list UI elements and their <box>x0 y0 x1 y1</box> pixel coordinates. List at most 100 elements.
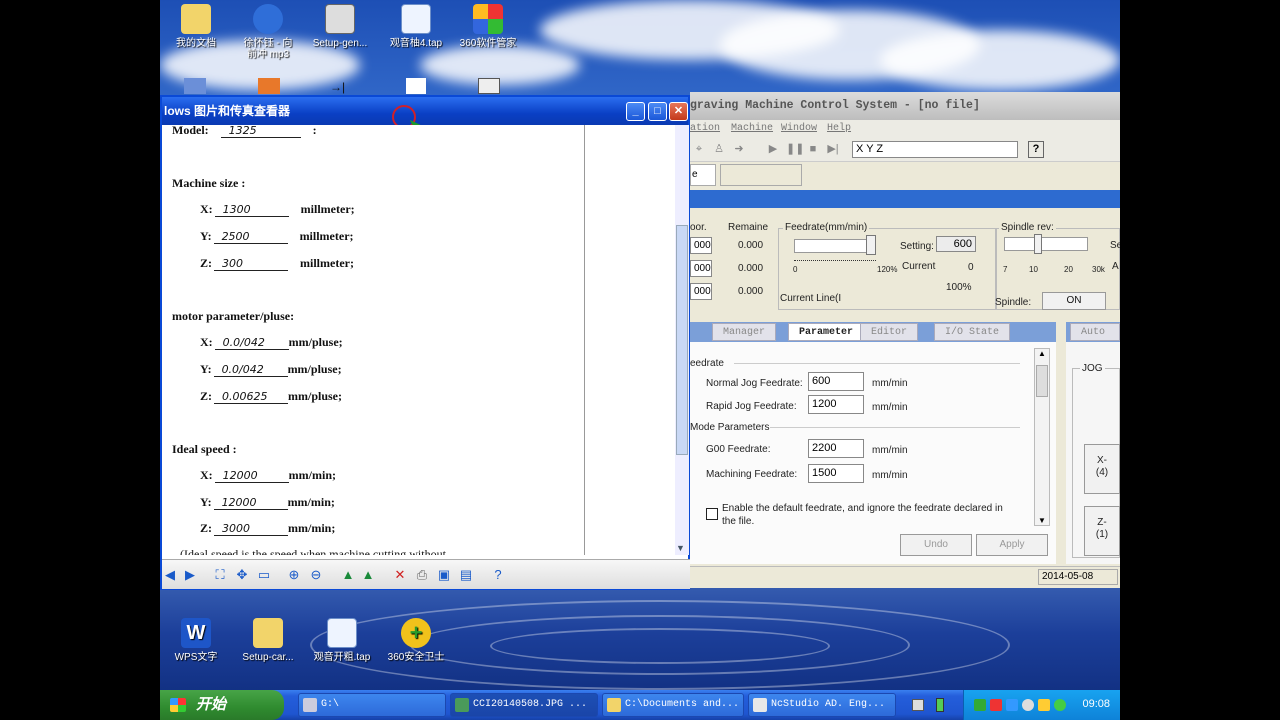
setting-value[interactable]: 600 <box>936 236 976 252</box>
spindle-slider-track[interactable] <box>1004 237 1088 251</box>
quick-launch-icon[interactable] <box>912 699 924 711</box>
menu-machine[interactable]: Machine <box>731 123 773 134</box>
delete-icon[interactable]: ✕ <box>392 567 408 583</box>
spindle-on-button[interactable]: ON <box>1042 292 1106 310</box>
maximize-button[interactable]: □ <box>648 102 667 121</box>
best-fit-icon[interactable]: ⛶ <box>212 567 228 583</box>
zoom-in-icon[interactable]: ⊕ <box>286 567 302 583</box>
jog-x-minus-button[interactable]: X- (4) <box>1084 444 1120 494</box>
minimize-button[interactable]: _ <box>626 102 645 121</box>
start-icon[interactable]: ▶ <box>766 142 780 156</box>
scrollbar-thumb[interactable] <box>676 225 688 455</box>
viewer-scrollbar[interactable]: ▼ <box>675 125 689 555</box>
taskbar-item-ncstudio[interactable]: NcStudio AD. Eng... <box>748 693 896 717</box>
menu-window[interactable]: Window <box>781 123 817 134</box>
scroll-up-icon[interactable]: ▲ <box>1035 349 1049 358</box>
desktop-icon-my-documents[interactable]: 我的文档 <box>160 4 236 49</box>
desktop-icon-partial[interactable] <box>258 78 280 94</box>
battery-icon[interactable] <box>936 698 944 712</box>
tab-parameter[interactable]: Parameter <box>788 323 865 341</box>
rapid-jog-input[interactable]: 1200 <box>808 395 864 414</box>
feedrate-slider-track[interactable] <box>794 239 876 253</box>
feedrate-slider-thumb[interactable] <box>866 235 876 255</box>
next-image-icon[interactable]: ▶ <box>182 567 198 583</box>
tab-manager[interactable]: Manager <box>712 323 777 341</box>
help-question-icon[interactable]: ? <box>1028 141 1044 158</box>
tab-auto[interactable]: Auto <box>1070 323 1120 341</box>
save-icon[interactable]: ▣ <box>436 567 452 583</box>
g00-input[interactable]: 2200 <box>808 439 864 458</box>
tray-app-icon[interactable] <box>1006 699 1018 711</box>
remain-z-value: 0.000 <box>738 286 764 297</box>
viewer-toolbar: ◀ ▶ ⛶ ✥ ▭ ⊕ ⊖ ▲ ▲ ✕ ⎙ ▣ ▤ ? <box>162 559 690 589</box>
scroll-down-icon[interactable]: ▼ <box>676 543 685 553</box>
spindle-slider-thumb[interactable] <box>1034 234 1042 254</box>
apply-button[interactable]: Apply <box>976 534 1048 556</box>
viewer-titlebar[interactable]: lows 图片和传真查看器 _ □ ✕ <box>162 97 688 125</box>
menu-operation[interactable]: ation <box>690 123 720 134</box>
normal-jog-input[interactable]: 600 <box>808 372 864 391</box>
rotate-counterclockwise-icon[interactable]: ▲ <box>360 567 376 583</box>
desktop-icon-setup-gen[interactable]: Setup-gen... <box>300 4 380 49</box>
setting-label: Setting: <box>900 241 934 252</box>
app-grid-icon <box>473 4 503 34</box>
undo-button[interactable]: Undo <box>900 534 972 556</box>
desktop-icon-360-software[interactable]: 360软件管家 <box>448 4 528 49</box>
desktop-icon-setup-car[interactable]: Setup-car... <box>228 618 308 663</box>
machining-input[interactable]: 1500 <box>808 464 864 483</box>
default-feedrate-checkbox[interactable] <box>706 508 718 520</box>
zoom-out-icon[interactable]: ⊖ <box>308 567 324 583</box>
desktop-icon-360-safe[interactable]: + 360安全卫士 <box>376 618 456 663</box>
spindle-rev-label: Spindle rev: <box>999 222 1056 233</box>
desktop-icon-partial[interactable] <box>406 78 426 94</box>
toolbar-icon[interactable]: ⌖ <box>692 142 706 156</box>
ncstudio-titlebar[interactable]: graving Machine Control System - [no fil… <box>690 92 1120 120</box>
actual-size-icon[interactable]: ✥ <box>234 567 250 583</box>
scrollbar-thumb[interactable] <box>1036 365 1048 397</box>
desktop-icon-partial[interactable] <box>478 78 500 94</box>
toolbar-icon[interactable]: ➜ <box>732 142 746 156</box>
desktop-icon-partial[interactable] <box>184 78 206 94</box>
desktop-icon-tap-file[interactable]: 观音柚4.tap <box>376 4 456 49</box>
help-icon[interactable]: ? <box>490 567 506 583</box>
taskbar-item-viewer[interactable]: CCI20140508.JPG ... <box>450 693 598 717</box>
size-row-y: Y: 2500 millmeter; <box>200 229 354 244</box>
close-button[interactable]: ✕ <box>669 102 688 121</box>
taskbar-item-drive[interactable]: G:\ <box>298 693 446 717</box>
clock[interactable]: 09:08 <box>1082 698 1110 710</box>
unit-label: mm/min <box>872 378 908 389</box>
step-icon[interactable]: ▶| <box>826 142 840 156</box>
previous-image-icon[interactable]: ◀ <box>162 567 178 583</box>
tab-editor[interactable]: Editor <box>860 323 919 341</box>
shield-icon[interactable] <box>1038 699 1050 711</box>
stop-icon[interactable]: ■ <box>806 142 820 156</box>
speed-row-z: Z: 3000 mm/min; <box>200 521 336 536</box>
slideshow-icon[interactable]: ▭ <box>256 567 272 583</box>
model-value: 1325 <box>220 125 301 138</box>
desktop-icon-mp3[interactable]: 徐怀钰 - 向 前冲 mp3 <box>228 4 308 60</box>
network-icon[interactable] <box>974 699 986 711</box>
desktop-icon-wps[interactable]: W WPS文字 <box>160 618 236 663</box>
scroll-down-icon[interactable]: ▼ <box>1035 516 1049 525</box>
spindle-side-label: Se <box>1110 240 1120 251</box>
params-scrollbar[interactable]: ▲ ▼ <box>1034 348 1050 526</box>
antivirus-icon[interactable] <box>990 699 1002 711</box>
shortcut-arrow-icon[interactable]: →| <box>330 80 352 94</box>
document-icon <box>327 618 357 648</box>
open-editor-icon[interactable]: ▤ <box>458 567 474 583</box>
spindle-tick: 20 <box>1064 265 1073 274</box>
taskbar-item-folder[interactable]: C:\Documents and... <box>602 693 744 717</box>
tab-io-state[interactable]: I/O State <box>934 323 1011 341</box>
size-row-x: X: 1300 millmeter; <box>200 202 355 217</box>
volume-icon[interactable] <box>1022 699 1034 711</box>
rotate-clockwise-icon[interactable]: ▲ <box>340 567 356 583</box>
pause-icon[interactable]: ❚❚ <box>786 142 804 156</box>
desktop-icon-tap-file-2[interactable]: 观音开粗.tap <box>302 618 382 663</box>
toolbar-icon[interactable]: ♙ <box>712 142 726 156</box>
menu-help[interactable]: Help <box>827 123 851 134</box>
security-icon[interactable] <box>1054 699 1066 711</box>
jog-z-minus-button[interactable]: Z- (1) <box>1084 506 1120 556</box>
start-button[interactable]: 开始 <box>160 690 284 720</box>
wps-icon: W <box>181 618 211 648</box>
print-icon[interactable]: ⎙ <box>414 567 430 583</box>
